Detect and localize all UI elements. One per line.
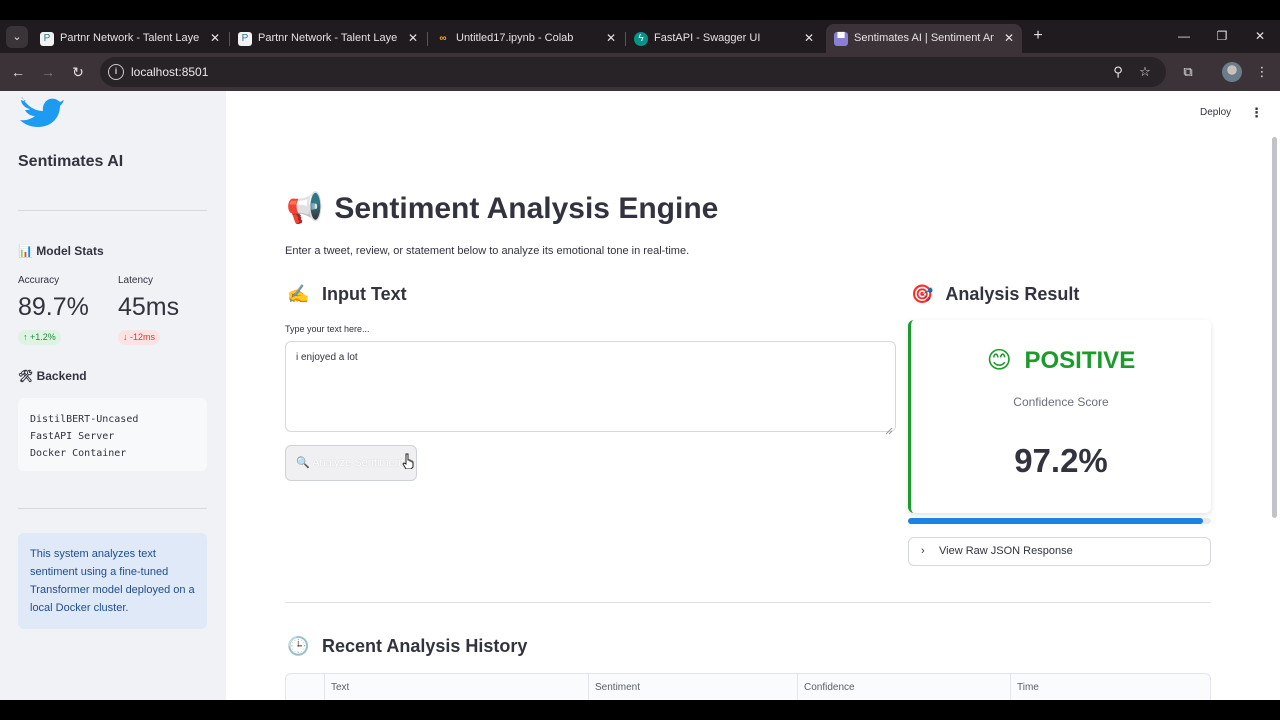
textarea-value: i enjoyed a lot: [296, 352, 358, 363]
tab-title: FastAPI - Swagger UI: [654, 32, 761, 44]
screen: ⌄ P Partnr Network - Talent Layer fo ✕ P…: [0, 0, 1280, 720]
close-window-icon[interactable]: ✕: [1247, 25, 1273, 47]
tab-title: Partnr Network - Talent Layer fo: [60, 32, 200, 44]
app-menu-icon[interactable]: ⋮: [1250, 105, 1263, 121]
browser-tab[interactable]: ∞ Untitled17.ipynb - Colab ✕: [428, 24, 624, 53]
chevron-right-icon: ›: [921, 545, 925, 557]
latency-value: 45ms: [118, 293, 180, 321]
close-tab-icon[interactable]: ✕: [606, 24, 616, 53]
page-title: 📢 Sentiment Analysis Engine: [286, 192, 719, 225]
megaphone-icon: 📢: [286, 192, 324, 225]
backend-line: FastAPI Server: [30, 431, 115, 442]
sidebar: Sentimates AI 📊 Model Stats Accuracy 89.…: [0, 91, 226, 700]
sidebar-divider: [18, 210, 207, 211]
browser-tab[interactable]: ϟ FastAPI - Swagger UI ✕: [626, 24, 822, 53]
result-card: 😊 POSITIVE Confidence Score 97.2%: [908, 320, 1211, 513]
browser-tab[interactable]: P Partnr Network - Talent Layer fo ✕: [230, 24, 426, 53]
minimize-icon[interactable]: —: [1171, 25, 1197, 47]
deploy-button[interactable]: Deploy: [1200, 107, 1231, 118]
reload-icon[interactable]: ↻: [67, 61, 89, 83]
sentiment-text-input[interactable]: i enjoyed a lot: [285, 341, 896, 432]
browser-tab-active[interactable]: ▀ Sentimates AI | Sentiment Analy ✕: [826, 24, 1022, 53]
tab-search-chevron-icon[interactable]: ⌄: [6, 26, 28, 48]
sentiment-label: 😊 POSITIVE: [986, 347, 1136, 374]
tab-title: Partnr Network - Talent Layer fo: [258, 32, 398, 44]
hand-cursor-icon: [402, 453, 414, 469]
column-header-time[interactable]: Time: [1010, 674, 1210, 700]
arrow-down-icon: ↓: [123, 332, 128, 342]
partnr-icon: P: [40, 32, 54, 46]
browser-tab[interactable]: P Partnr Network - Talent Layer fo ✕: [32, 24, 228, 53]
smiling-face-icon: 😊: [986, 347, 1012, 374]
new-tab-button[interactable]: +: [1028, 25, 1048, 47]
backend-heading: 🛠 Backend: [18, 369, 87, 383]
raw-json-expander[interactable]: › View Raw JSON Response: [908, 537, 1211, 566]
input-text-heading: ✍️ Input Text: [287, 284, 407, 304]
tab-title: Untitled17.ipynb - Colab: [456, 32, 574, 44]
latency-delta-badge: ↓ -12ms: [118, 330, 161, 345]
section-divider: [285, 602, 1211, 603]
colab-icon: ∞: [439, 33, 447, 44]
history-heading: 🕒 Recent Analysis History: [287, 636, 528, 656]
magnifier-icon: 🔍: [296, 457, 310, 469]
target-icon: 🎯: [911, 284, 934, 304]
page-scrollbar[interactable]: [1272, 137, 1277, 518]
extensions-icon[interactable]: ⧉: [1180, 64, 1196, 80]
backend-line: DistilBERT-Uncased: [30, 414, 139, 425]
accuracy-delta-badge: ↑ +1.2%: [18, 330, 61, 345]
app-page: Sentimates AI 📊 Model Stats Accuracy 89.…: [0, 91, 1280, 700]
tab-title: Sentimates AI | Sentiment Analy: [854, 32, 994, 44]
zoom-search-icon[interactable]: ⚲: [1110, 64, 1126, 80]
accuracy-label: Accuracy: [18, 275, 60, 286]
page-subtitle: Enter a tweet, review, or statement belo…: [285, 245, 690, 257]
column-header-confidence[interactable]: Confidence: [797, 674, 1010, 700]
close-tab-icon[interactable]: ✕: [210, 24, 220, 53]
site-info-icon[interactable]: i: [108, 64, 124, 80]
bottom-black-bar: [0, 700, 1280, 720]
close-tab-icon[interactable]: ✕: [408, 24, 418, 53]
arrow-up-icon: ↑: [23, 332, 28, 342]
streamlit-icon: ▀: [834, 32, 848, 46]
textarea-label: Type your text here...: [285, 324, 370, 334]
info-callout: This system analyzes text sentiment usin…: [18, 533, 207, 629]
model-stats-heading: 📊 Model Stats: [18, 244, 104, 258]
confidence-progress-fill: [908, 518, 1203, 524]
tools-icon: 🛠: [18, 369, 34, 383]
column-header-sentiment[interactable]: Sentiment: [588, 674, 797, 700]
address-bar[interactable]: i localhost:8501 ⚲ ☆: [100, 57, 1166, 87]
analysis-result-heading: 🎯 Analysis Result: [911, 284, 1080, 304]
column-header-text[interactable]: Text: [324, 674, 588, 700]
accuracy-value: 89.7%: [18, 293, 89, 321]
browser-toolbar: ← → ↻ i localhost:8501 ⚲ ☆ ⧉ ⋮: [0, 53, 1280, 91]
clock-icon: 🕒: [287, 636, 310, 656]
profile-avatar[interactable]: [1222, 62, 1242, 82]
bookmark-star-icon[interactable]: ☆: [1137, 64, 1153, 80]
sidebar-divider: [18, 508, 207, 509]
confidence-label: Confidence Score: [1013, 395, 1109, 409]
browser-tab-strip: ⌄ P Partnr Network - Talent Layer fo ✕ P…: [0, 20, 1280, 53]
confidence-value: 97.2%: [1014, 442, 1108, 479]
close-tab-icon[interactable]: ✕: [1004, 24, 1014, 53]
top-black-bar: [0, 0, 1280, 20]
restore-icon[interactable]: ❐: [1209, 25, 1235, 47]
close-tab-icon[interactable]: ✕: [804, 24, 814, 53]
url-text: localhost:8501: [131, 65, 209, 79]
backend-code-block: DistilBERT-Uncased FastAPI Server Docker…: [18, 398, 207, 471]
app-brand-title: Sentimates AI: [18, 153, 124, 170]
analyze-sentiment-button[interactable]: 🔍 Analyze Sentiment: [285, 445, 417, 481]
textarea-resize-handle[interactable]: [885, 422, 893, 435]
twitter-bird-icon: [20, 97, 64, 127]
back-icon[interactable]: ←: [7, 61, 29, 83]
latency-label: Latency: [118, 275, 154, 286]
forward-icon[interactable]: →: [37, 61, 59, 83]
partnr-icon: P: [238, 32, 252, 46]
writing-hand-icon: ✍️: [287, 284, 310, 304]
confidence-progress-bar: [908, 518, 1211, 524]
chart-icon: 📊: [18, 244, 33, 258]
history-table: Text Sentiment Confidence Time: [285, 673, 1211, 700]
browser-menu-icon[interactable]: ⋮: [1254, 64, 1270, 80]
fastapi-icon: ϟ: [634, 32, 648, 46]
backend-line: Docker Container: [30, 448, 127, 459]
